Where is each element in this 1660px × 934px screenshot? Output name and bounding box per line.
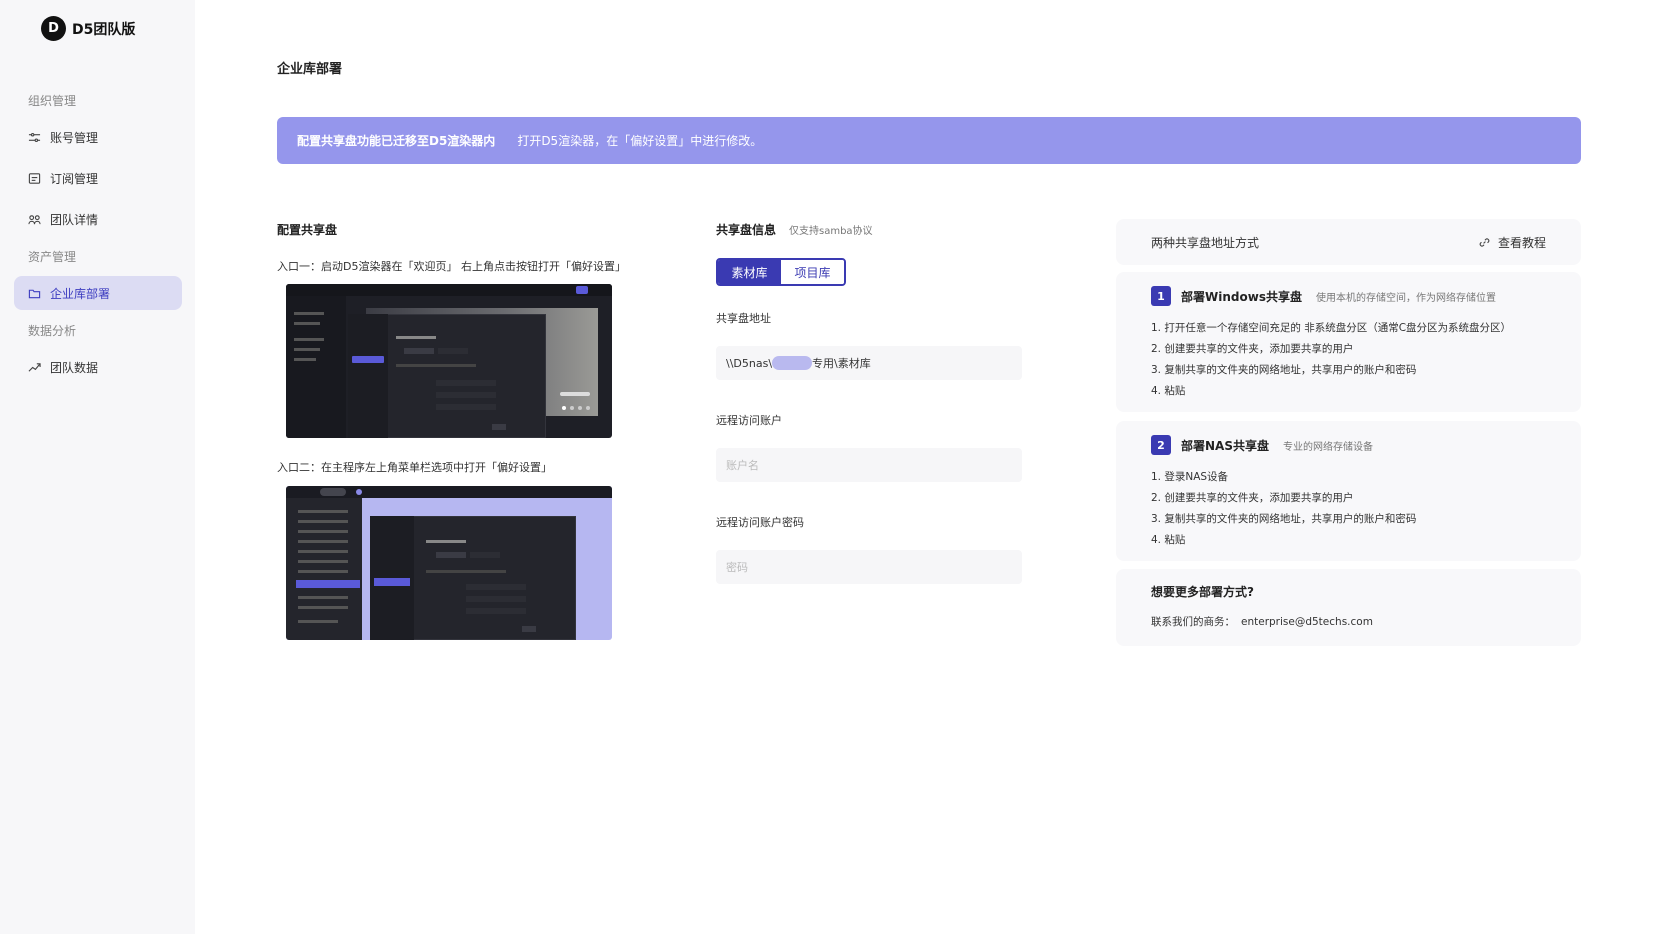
tab-material-library[interactable]: 素材库	[718, 260, 781, 284]
nav-group-analytics: 数据分析	[28, 324, 77, 338]
banner-text: 打开D5渲染器，在「偏好设置」中进行修改。	[517, 134, 763, 148]
trend-icon	[28, 361, 41, 374]
share-info-subtitle: 仅支持samba协议	[789, 226, 873, 237]
banner-strong: 配置共享盘功能已迁移至D5渲染器内	[297, 134, 496, 148]
windows-share-card: 1 部署Windows共享盘 使用本机的存储空间，作为网络存储位置 1. 打开任…	[1116, 272, 1581, 412]
migration-banner: 配置共享盘功能已迁移至D5渲染器内 打开D5渲染器，在「偏好设置」中进行修改。	[277, 117, 1581, 164]
more-deployment-card: 想要更多部署方式? 联系我们的商务： enterprise@d5techs.com	[1116, 569, 1581, 646]
windows-steps-list: 1. 打开任意一个存储空间充足的 非系统盘分区（通常C盘分区为系统盘分区） 2.…	[1116, 306, 1581, 402]
brand-name: D5团队版	[72, 21, 136, 38]
methods-header-card: 两种共享盘地址方式 查看教程	[1116, 219, 1581, 265]
redacted-chip	[772, 356, 813, 370]
view-tutorial-label: 查看教程	[1497, 235, 1546, 250]
team-icon	[28, 213, 41, 226]
contact-email-link[interactable]: enterprise@d5techs.com	[1241, 616, 1373, 628]
config-title: 配置共享盘	[277, 223, 338, 237]
list-item: 2. 创建要共享的文件夹，添加要共享的用户	[1151, 343, 1354, 355]
share-address-label: 共享盘地址	[716, 312, 771, 325]
sidebar-item-label: 账号管理	[50, 130, 99, 145]
sidebar-item-subscription[interactable]: 订阅管理	[14, 161, 182, 195]
d5-logo-icon: D	[41, 16, 66, 41]
list-item: 2. 创建要共享的文件夹，添加要共享的用户	[1151, 492, 1354, 504]
list-item: 1. 打开任意一个存储空间充足的 非系统盘分区（通常C盘分区为系统盘分区）	[1151, 322, 1512, 334]
more-deployment-title: 想要更多部署方式?	[1151, 585, 1254, 599]
view-tutorial-link[interactable]: 查看教程	[1479, 234, 1546, 251]
page-title: 企业库部署	[277, 62, 343, 77]
entry-one-text: 入口一：启动D5渲染器在「欢迎页」 右上角点击按钮打开「偏好设置」	[277, 260, 626, 273]
sliders-icon	[28, 131, 41, 144]
sidebar-item-label: 企业库部署	[50, 286, 111, 301]
list-item: 4. 粘贴	[1151, 534, 1186, 546]
list-item: 3. 复制共享的文件夹的网络地址，共享用户的账户和密码	[1151, 364, 1417, 376]
sidebar-item-enterprise-library[interactable]: 企业库部署	[14, 276, 182, 310]
windows-share-subtitle: 使用本机的存储空间，作为网络存储位置	[1315, 292, 1496, 304]
remote-password-field[interactable]	[716, 550, 1022, 584]
remote-password-input[interactable]	[726, 560, 1022, 574]
remote-password-label: 远程访问账户密码	[716, 516, 804, 529]
methods-title: 两种共享盘地址方式	[1151, 235, 1260, 250]
remote-account-label: 远程访问账户	[716, 414, 782, 427]
share-address-suffix: 专用\素材库	[812, 357, 871, 370]
library-type-toggle: 素材库 项目库	[716, 258, 846, 286]
nas-share-title: 部署NAS共享盘	[1181, 438, 1269, 453]
entry-two-screenshot	[286, 486, 612, 640]
share-address-prefix: \\D5nas\	[726, 356, 773, 370]
remote-account-input[interactable]	[726, 458, 1022, 472]
nav-group-assets: 资产管理	[28, 250, 77, 264]
brand[interactable]: D D5团队版	[41, 16, 135, 41]
nav-group-organization: 组织管理	[28, 94, 77, 108]
windows-share-title: 部署Windows共享盘	[1181, 289, 1302, 304]
link-icon	[1479, 237, 1490, 247]
sidebar-item-label: 团队详情	[50, 212, 99, 227]
sidebar-item-label: 订阅管理	[50, 171, 99, 186]
list-item: 4. 粘贴	[1151, 385, 1186, 397]
remote-account-field[interactable]	[716, 448, 1022, 482]
step-number-badge: 2	[1151, 435, 1171, 455]
contact-line: 联系我们的商务： enterprise@d5techs.com	[1116, 600, 1581, 629]
tab-project-library[interactable]: 项目库	[781, 260, 844, 284]
sidebar: D D5团队版 组织管理 账号管理 订阅管理 团队详情 资产管理 企业库部署 数…	[0, 0, 195, 934]
sidebar-item-team-details[interactable]: 团队详情	[14, 202, 182, 236]
entry-two-text: 入口二：在主程序左上角菜单栏选项中打开「偏好设置」	[277, 461, 552, 474]
list-item: 3. 复制共享的文件夹的网络地址，共享用户的账户和密码	[1151, 513, 1417, 525]
share-info-title: 共享盘信息	[716, 223, 777, 237]
receipt-icon	[28, 172, 41, 185]
sidebar-item-team-data[interactable]: 团队数据	[14, 350, 182, 384]
nas-share-card: 2 部署NAS共享盘 专业的网络存储设备 1. 登录NAS设备 2. 创建要共享…	[1116, 421, 1581, 561]
nas-steps-list: 1. 登录NAS设备 2. 创建要共享的文件夹，添加要共享的用户 3. 复制共享…	[1116, 455, 1581, 551]
folder-icon	[28, 287, 41, 300]
entry-one-screenshot	[286, 284, 612, 438]
contact-label: 联系我们的商务：	[1151, 616, 1235, 628]
sidebar-item-label: 团队数据	[50, 360, 99, 375]
share-address-field[interactable]: \\D5nas\ 专用\素材库	[716, 346, 1022, 380]
nas-share-subtitle: 专业的网络存储设备	[1282, 441, 1373, 453]
sidebar-item-accounts[interactable]: 账号管理	[14, 120, 182, 154]
step-number-badge: 1	[1151, 286, 1171, 306]
list-item: 1. 登录NAS设备	[1151, 471, 1229, 483]
